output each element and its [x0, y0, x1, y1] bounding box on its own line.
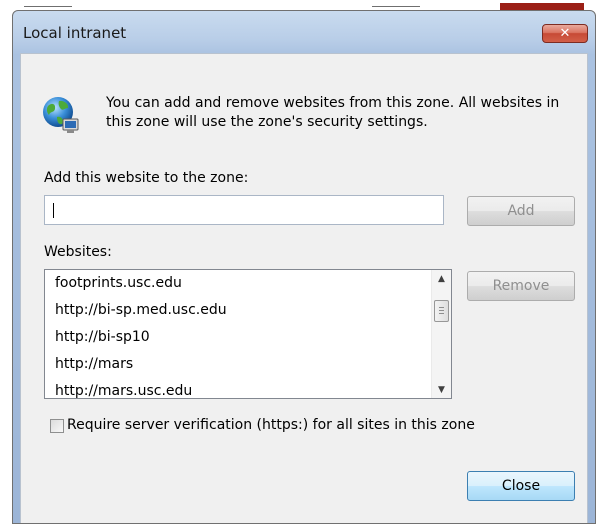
dialog-title: Local intranet: [23, 24, 127, 42]
add-website-label: Add this website to the zone:: [44, 170, 249, 186]
zone-description: You can add and remove websites from thi…: [106, 95, 560, 130]
scroll-up-icon[interactable]: ▲: [432, 270, 451, 287]
list-item[interactable]: http://mars: [45, 351, 433, 378]
add-button[interactable]: Add: [467, 196, 575, 226]
background-line: [24, 6, 72, 7]
list-item[interactable]: http://bi-sp10: [45, 324, 433, 351]
title-bar[interactable]: Local intranet ✕: [13, 11, 595, 53]
title-close-button[interactable]: ✕: [542, 24, 588, 43]
local-intranet-dialog: Local intranet ✕ You can add and remove …: [12, 10, 596, 524]
websites-label: Websites:: [44, 244, 112, 260]
websites-list[interactable]: footprints.usc.edu http://bi-sp.med.usc.…: [44, 269, 452, 399]
list-item[interactable]: http://bi-sp.med.usc.edu: [45, 297, 433, 324]
close-icon: ✕: [559, 26, 571, 41]
text-caret: [53, 203, 54, 218]
list-item[interactable]: http://mars.usc.edu: [45, 378, 433, 398]
list-item[interactable]: footprints.usc.edu: [45, 270, 433, 297]
globe-computer-icon: [43, 97, 79, 133]
background-window-edge: [0, 0, 596, 11]
require-https-label[interactable]: Require server verification (https:) for…: [67, 417, 475, 433]
scroll-thumb[interactable]: [434, 300, 449, 322]
require-https-checkbox[interactable]: [50, 419, 64, 433]
remove-button[interactable]: Remove: [467, 271, 575, 301]
background-line: [372, 6, 420, 7]
scroll-down-icon[interactable]: ▼: [432, 381, 451, 398]
website-url-input[interactable]: [44, 195, 444, 225]
websites-list-items: footprints.usc.edu http://bi-sp.med.usc.…: [45, 270, 433, 398]
websites-scrollbar[interactable]: ▲ ▼: [431, 270, 451, 398]
close-button[interactable]: Close: [467, 471, 575, 501]
